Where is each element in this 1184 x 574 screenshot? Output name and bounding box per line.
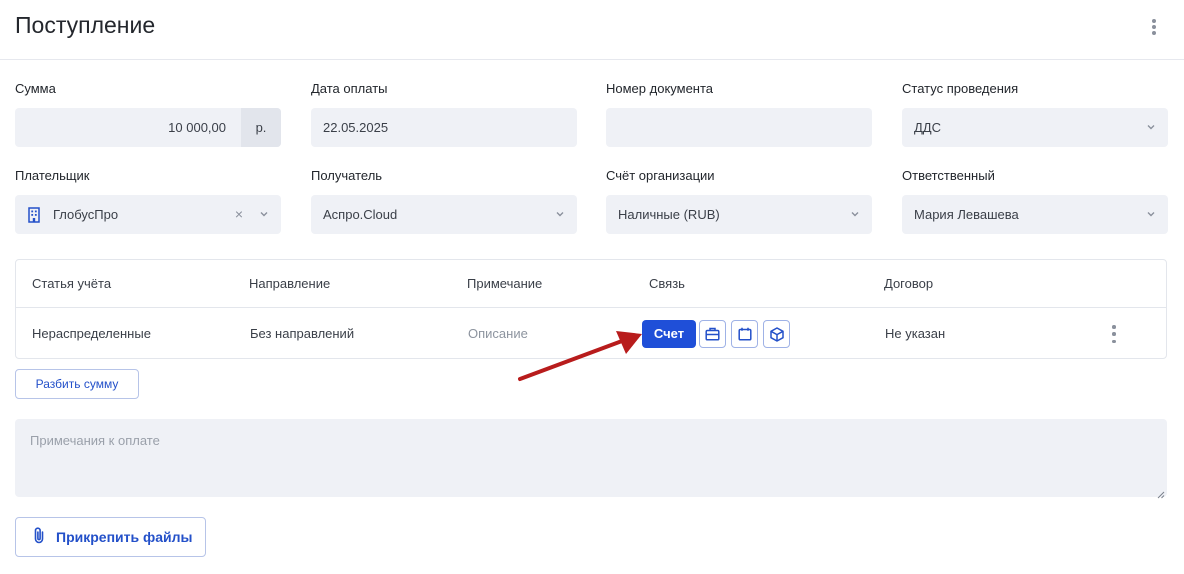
column-header-contract: Договор [884, 276, 934, 291]
chevron-down-icon [555, 209, 565, 219]
account-select[interactable]: Наличные (RUB) [606, 195, 872, 234]
table-header: Статья учёта Направление Примечание Связ… [16, 260, 1166, 308]
article-cell[interactable]: Нераспределенные [32, 309, 151, 359]
payment-date-label: Дата оплаты [311, 81, 388, 96]
attach-files-label: Прикрепить файлы [56, 529, 193, 545]
account-value: Наличные (RUB) [618, 207, 720, 222]
doc-number-label: Номер документа [606, 81, 714, 96]
page-header: Поступление [0, 0, 1184, 60]
column-header-note: Примечание [467, 276, 543, 291]
payment-date-input[interactable]: 22.05.2025 [311, 108, 577, 147]
sum-value: 10 000,00 [168, 120, 226, 135]
contract-cell[interactable]: Не указан [885, 309, 945, 359]
attach-files-button[interactable]: Прикрепить файлы [15, 517, 206, 557]
sum-field: Сумма 10 000,00 р. [15, 80, 281, 147]
responsible-label: Ответственный [902, 168, 995, 183]
direction-cell[interactable]: Без направлений [250, 309, 354, 359]
row-more-icon[interactable] [1111, 325, 1117, 343]
account-label: Счёт организации [606, 168, 715, 183]
recipient-label: Получатель [311, 168, 383, 183]
doc-number-input[interactable] [606, 108, 872, 147]
column-header-article: Статья учёта [32, 276, 112, 291]
responsible-value: Мария Левашева [914, 207, 1019, 222]
box-icon[interactable] [763, 320, 790, 348]
responsible-select[interactable]: Мария Левашева [902, 195, 1168, 234]
sum-input[interactable]: 10 000,00 р. [15, 108, 281, 147]
red-arrow-annotation [518, 331, 642, 381]
column-header-link: Связь [649, 276, 685, 291]
account-field: Счёт организации Наличные (RUB) [606, 167, 872, 234]
payment-date-field: Дата оплаты 22.05.2025 [311, 80, 577, 147]
resize-handle-icon[interactable] [1157, 487, 1165, 499]
doc-number-field: Номер документа [606, 80, 872, 147]
paperclip-icon [33, 526, 45, 549]
currency-unit: р. [241, 108, 281, 147]
payer-select[interactable]: ГлобусПро × [15, 195, 281, 234]
responsible-field: Ответственный Мария Левашева [902, 167, 1168, 234]
building-icon [27, 206, 41, 223]
payment-date-value: 22.05.2025 [323, 120, 389, 135]
more-options-icon[interactable] [1146, 17, 1162, 37]
notes-placeholder: Примечания к оплате [30, 433, 160, 448]
status-field: Статус проведения ДДС [902, 80, 1168, 147]
page-title: Поступление [15, 12, 156, 38]
payer-field: Плательщик ГлобусПро × [15, 167, 281, 234]
payer-value: ГлобусПро [53, 207, 119, 222]
status-label: Статус проведения [902, 81, 1019, 96]
chevron-down-icon [1146, 122, 1156, 132]
calendar-icon[interactable] [731, 320, 758, 348]
recipient-field: Получатель Аспро.Cloud [311, 167, 577, 234]
chevron-down-icon [1146, 209, 1156, 219]
split-amount-button[interactable]: Разбить сумму [15, 369, 139, 399]
chevron-down-icon [850, 209, 860, 219]
sum-label: Сумма [15, 81, 56, 96]
column-header-direction: Направление [249, 276, 331, 291]
payment-notes-textarea[interactable]: Примечания к оплате [15, 419, 1167, 499]
invoice-button[interactable]: Счет [642, 320, 696, 348]
chevron-down-icon [259, 209, 269, 219]
clear-icon[interactable]: × [235, 207, 243, 221]
briefcase-icon[interactable] [699, 320, 726, 348]
payer-label: Плательщик [15, 168, 90, 183]
status-select[interactable]: ДДС [902, 108, 1168, 147]
status-value: ДДС [914, 120, 941, 135]
recipient-value: Аспро.Cloud [323, 207, 398, 222]
recipient-select[interactable]: Аспро.Cloud [311, 195, 577, 234]
